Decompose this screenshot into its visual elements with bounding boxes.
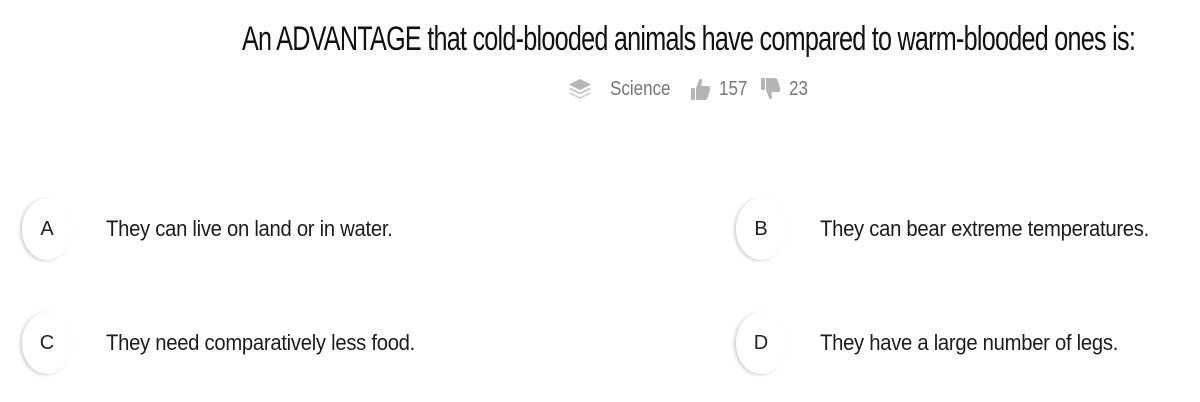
thumbs-up-icon[interactable] xyxy=(687,75,715,103)
layers-icon xyxy=(566,75,594,103)
subject-label[interactable]: Science xyxy=(610,78,670,101)
option-text-b[interactable]: They can bear extreme temperatures. xyxy=(820,216,1149,242)
option-text-d[interactable]: They have a large number of legs. xyxy=(820,330,1118,356)
option-letter-d[interactable]: D xyxy=(736,312,786,374)
option-letter-b[interactable]: B xyxy=(736,198,786,260)
option-text-c[interactable]: They need comparatively less food. xyxy=(106,330,415,356)
question-text: An ADVANTAGE that cold-blooded animals h… xyxy=(242,20,1136,58)
likes-count: 157 xyxy=(719,77,748,100)
dislikes-count: 23 xyxy=(788,77,808,100)
option-letter-c[interactable]: C xyxy=(22,312,72,374)
answer-option-d[interactable]: D They have a large number of legs. xyxy=(736,310,1144,376)
thumbs-down-icon[interactable] xyxy=(757,75,785,103)
answer-option-c[interactable]: C They need comparatively less food. xyxy=(22,310,442,376)
answer-option-a[interactable]: A They can live on land or in water. xyxy=(22,196,417,262)
question-meta: Science 157 23 xyxy=(566,74,811,104)
option-letter-a[interactable]: A xyxy=(22,198,72,260)
answer-option-b[interactable]: B They can bear extreme temperatures. xyxy=(736,196,1178,262)
option-text-a[interactable]: They can live on land or in water. xyxy=(106,216,393,242)
